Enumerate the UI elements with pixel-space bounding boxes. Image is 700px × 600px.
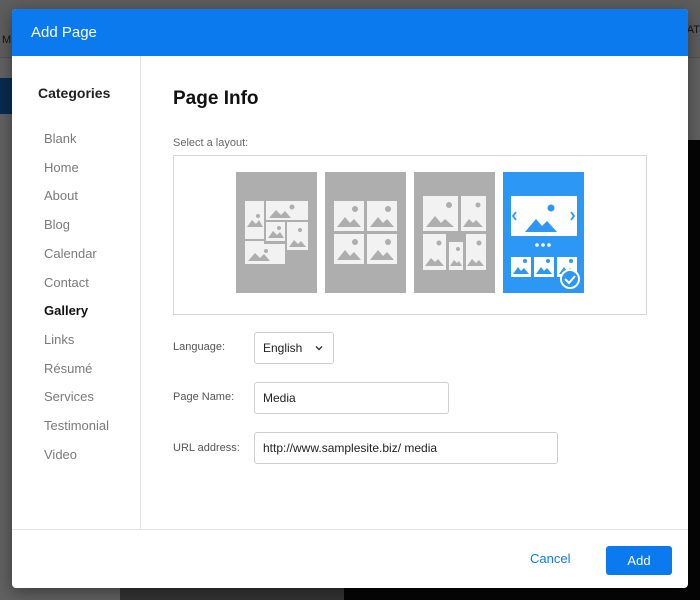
dialog-footer: Cancel Add [12,529,688,588]
layout-option-mixed[interactable] [414,172,495,293]
grid-gallery-layout-icon [334,201,397,264]
page-name-value: Media [263,391,296,405]
language-value: English [263,341,303,355]
page-name-input[interactable]: Media [254,382,449,414]
layout-label: Select a layout: [173,137,249,149]
category-item-video[interactable]: Video [44,447,77,462]
url-address-value: http://www.samplesite.biz/ media [263,441,438,455]
mixed-gallery-layout-icon [423,196,486,270]
add-page-dialog: Add Page Categories Blank Home About Blog Ca… [12,9,688,588]
layout-option-grid[interactable] [325,172,406,293]
category-item-home[interactable]: Home [44,160,79,175]
url-address-input[interactable]: http://www.samplesite.biz/ media [254,432,558,464]
page-info-title: Page Info [173,88,259,109]
cancel-button[interactable]: Cancel [530,551,570,566]
masonry-gallery-layout-icon [245,201,308,264]
url-address-label: URL address: [173,442,240,454]
page-info-panel: Page Info Select a layout: Language: Eng… [142,56,688,529]
dialog-body: Categories Blank Home About Blog Calendar Con… [12,56,688,529]
category-item-blank[interactable]: Blank [44,131,77,146]
category-item-r-sum-[interactable]: Résumé [44,361,92,376]
language-select[interactable]: English [254,332,334,364]
category-item-blog[interactable]: Blog [44,217,70,232]
language-label: Language: [173,341,225,353]
category-item-about[interactable]: About [44,188,78,203]
category-item-gallery[interactable]: Gallery [44,303,88,318]
categories-title: Categories [38,85,111,101]
dialog-title: Add Page [31,24,97,41]
page-name-label: Page Name: [173,391,235,403]
add-button[interactable]: Add [606,546,672,575]
chevron-down-icon [314,342,324,356]
category-item-testimonial[interactable]: Testimonial [44,418,109,433]
category-item-links[interactable]: Links [44,332,74,347]
categories-sidebar: Categories Blank Home About Blog Calendar Con… [12,56,141,529]
layout-option-slideshow[interactable] [503,172,584,293]
layout-picker [173,155,647,315]
category-item-calendar[interactable]: Calendar [44,246,97,261]
dialog-header: Add Page [12,9,688,56]
category-item-services[interactable]: Services [44,389,94,404]
layout-option-masonry[interactable] [236,172,317,293]
category-item-contact[interactable]: Contact [44,275,89,290]
slideshow-gallery-layout-icon [511,196,580,289]
